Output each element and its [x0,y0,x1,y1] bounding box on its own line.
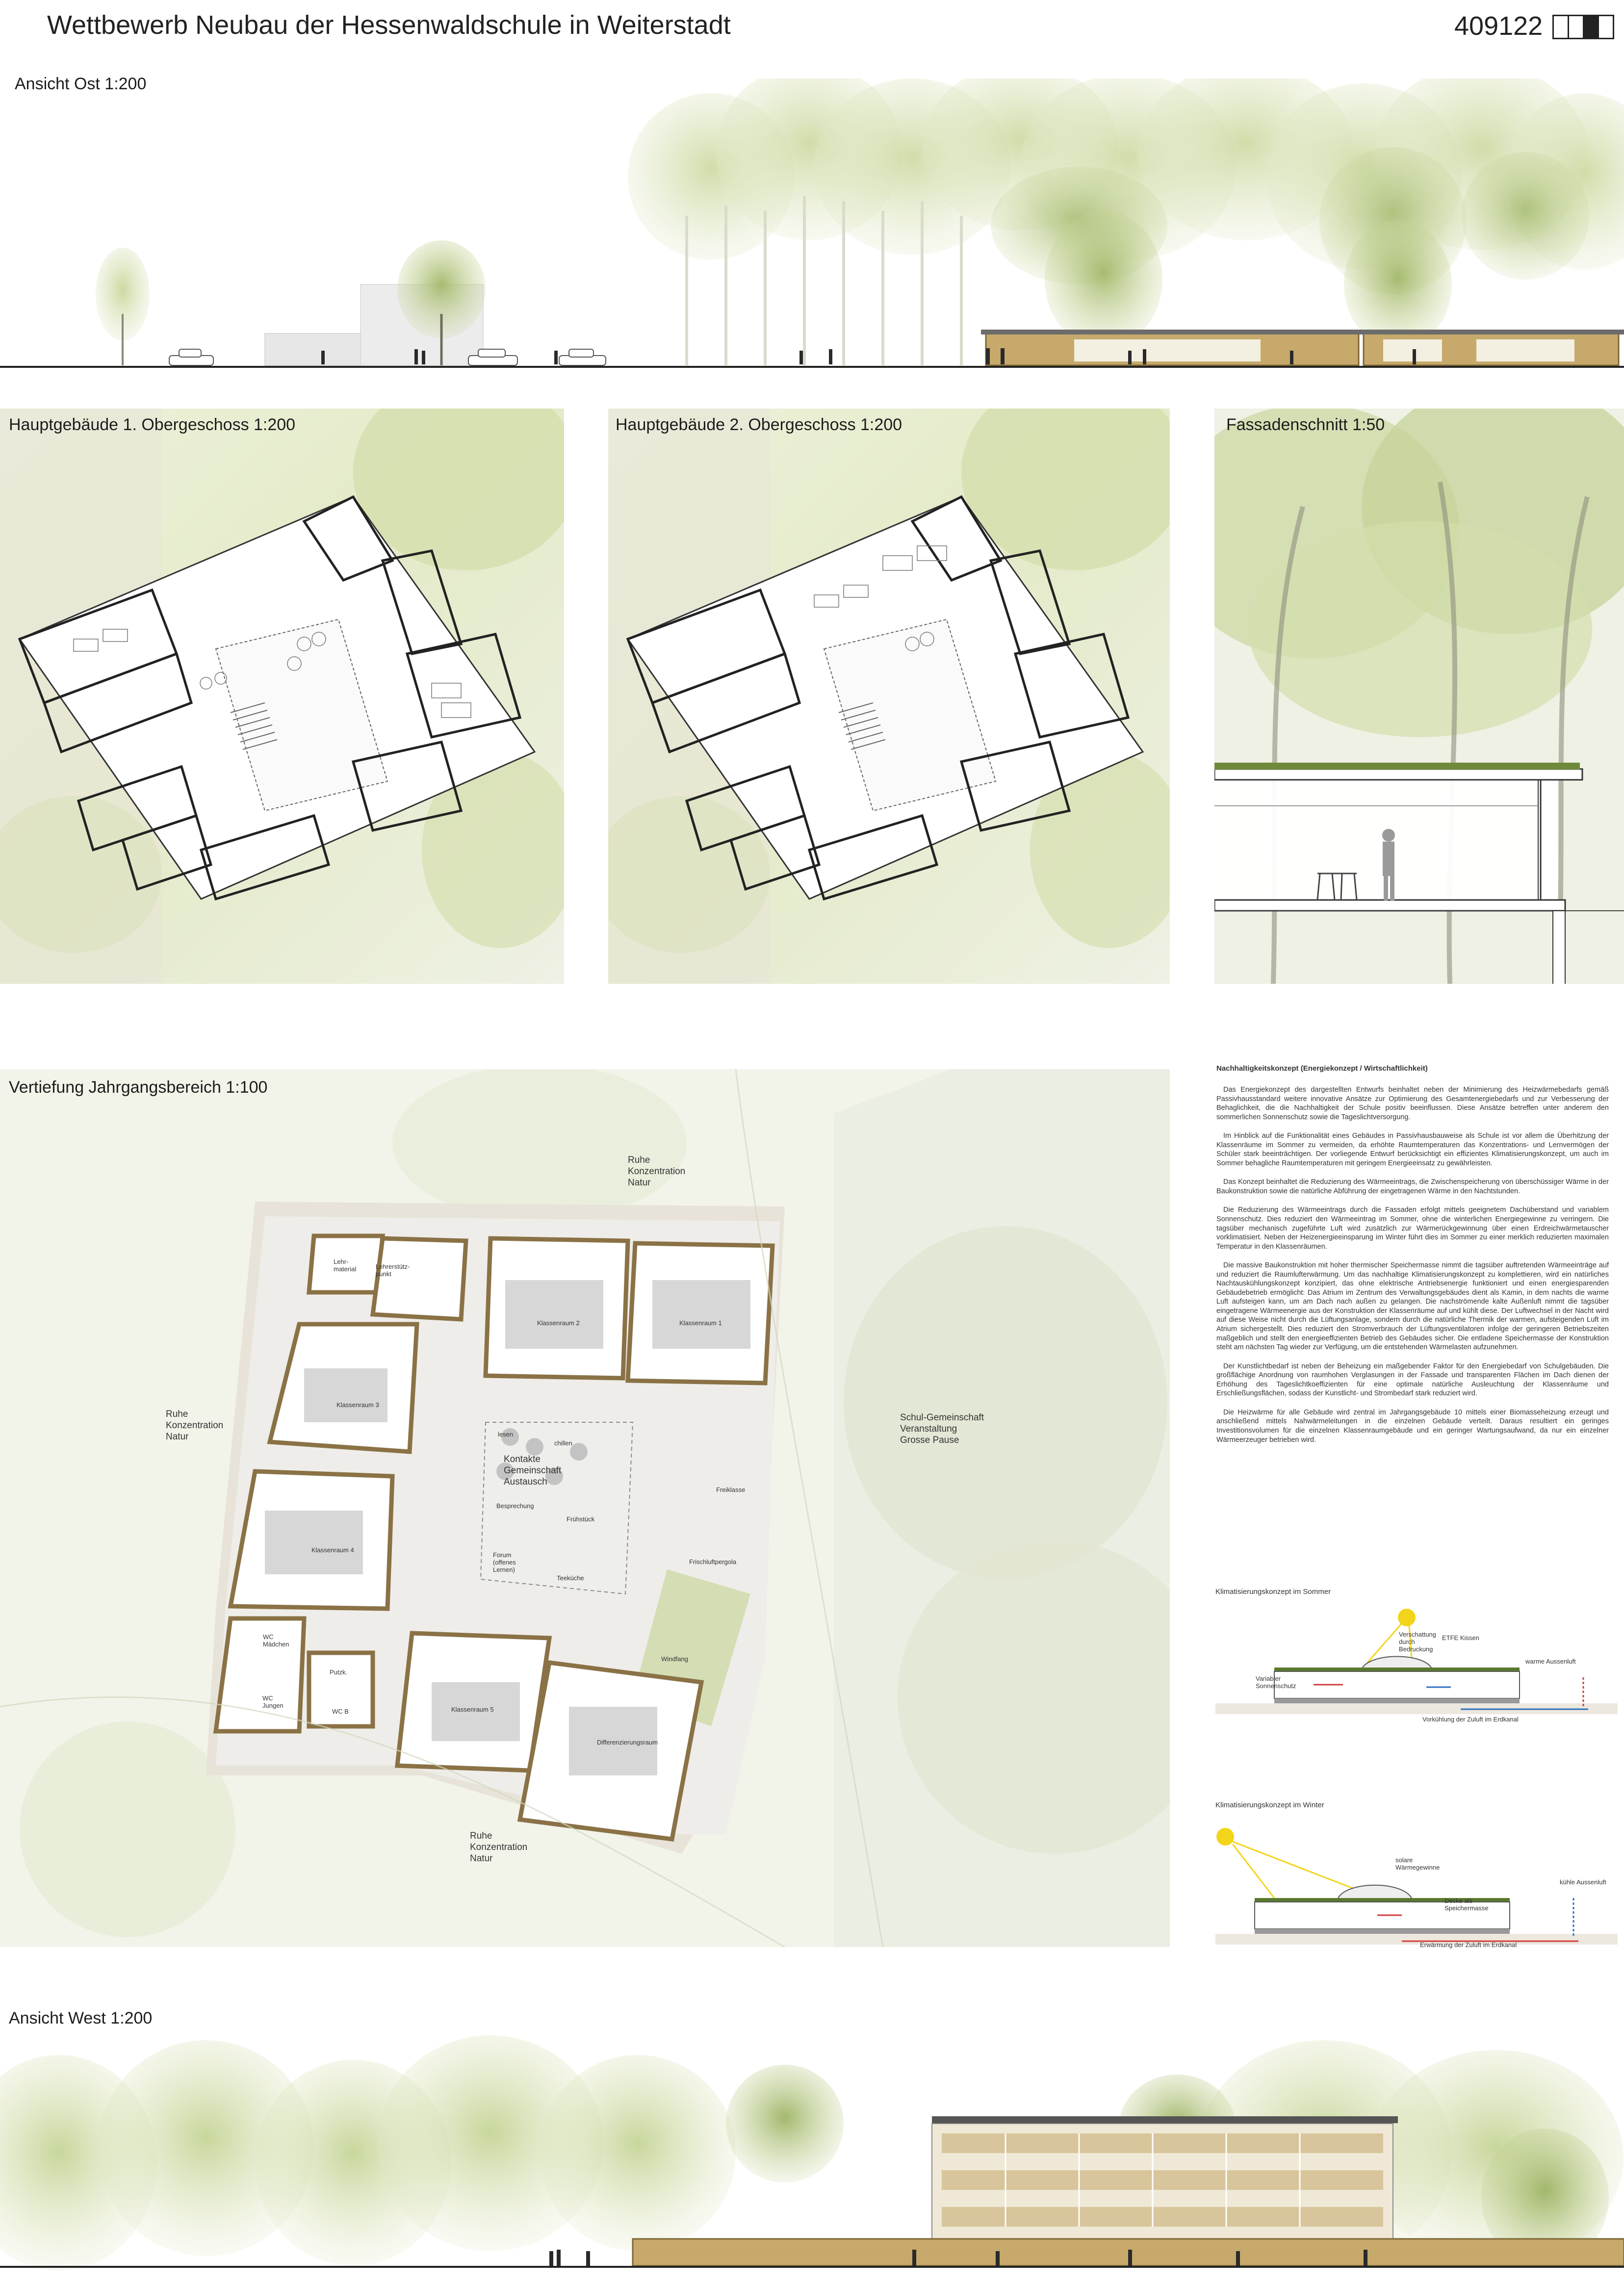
room-lehrerstuetzpunkt: Lehrerstütz-punkt [376,1263,410,1278]
summer-label-etfe: ETFE Kissen [1442,1634,1479,1642]
page-title: Wettbewerb Neubau der Hessenwaldschule i… [47,10,731,40]
floor1-plan [0,409,564,984]
east-elevation-drawing [0,78,1624,373]
summer-diagram [1215,1604,1618,1726]
zone-right-label: Schul-Gemeinschaft Veranstaltung Grosse … [900,1412,984,1445]
room-klassenraum-1: Klassenraum 1 [679,1319,722,1327]
floor1-label: Hauptgebäude 1. Obergeschoss 1:200 [9,415,296,434]
room-putzkammer: Putzk. [330,1668,348,1676]
summer-label-sunshade: Variabler Sonnenschutz [1256,1675,1296,1690]
room-differenzierungsraum: Differenzierungsraum [597,1739,658,1746]
room-windfang: Windfang [661,1655,688,1663]
room-klassenraum-2: Klassenraum 2 [537,1319,580,1327]
room-wc-maedchen: WC Mädchen [263,1633,289,1648]
paragraph: Das Energiekonzept des dargestellten Ent… [1216,1086,1609,1121]
sustainability-text: Nachhaltigkeitskonzept (Energiekonzept /… [1216,1064,1609,1454]
paragraph: Der Kunstlichtbedarf ist neben der Behei… [1216,1362,1609,1398]
west-elevation-drawing [0,2035,1624,2284]
west-elevation-label: Ansicht West 1:200 [9,2009,153,2027]
zone-bottom-label: Ruhe Konzentration Natur [470,1831,528,1864]
room-frischluftpergola: Frischluftpergola [689,1558,737,1565]
floor2-plan [608,409,1170,984]
summer-label-warm-air: warme Aussenluft [1525,1658,1576,1665]
winter-diagram [1215,1824,1618,1952]
floor2-label: Hauptgebäude 2. Obergeschoss 1:200 [616,415,902,434]
competition-logo-icon [1552,15,1614,39]
room-klassenraum-5: Klassenraum 5 [451,1706,494,1713]
facade-section [1214,409,1624,984]
besprechung-label: Besprechung [496,1502,534,1510]
year-area-label: Vertiefung Jahrgangsbereich 1:100 [9,1078,268,1097]
room-wc-b: WC B [332,1708,349,1715]
paragraph: Die massive Baukonstruktion mit hoher th… [1216,1261,1609,1352]
winter-diagram-caption: Klimatisierungskonzept im Winter [1215,1801,1324,1809]
fruehstueck-label: Frühstück [567,1515,595,1523]
room-freiklasse: Freiklasse [716,1486,746,1493]
summer-label-precooling: Vorkühlung der Zuluft im Erdkanal [1422,1716,1519,1723]
zone-top-label: Ruhe Konzentration Natur [628,1155,686,1188]
paragraph: Die Reduzierung des Wärmeeintrags durch … [1216,1206,1609,1251]
room-lehrmaterial: Lehr-material [334,1258,357,1273]
year-area-plan [0,1069,1170,1947]
winter-label-storage: Decke als Speichermasse [1444,1897,1489,1912]
sustainability-body: Das Energiekonzept des dargestellten Ent… [1216,1085,1609,1444]
winter-label-solar: solare Wärmegewinne [1395,1856,1440,1871]
forum-label: Kontakte Gemeinschaft Austausch [504,1454,562,1487]
teekueche-label: Teeküche [557,1574,584,1582]
winter-label-warming: Erwärmung der Zuluft im Erdkanal [1420,1941,1517,1949]
room-klassenraum-4: Klassenraum 4 [311,1546,354,1554]
room-klassenraum-3: Klassenraum 3 [336,1401,379,1409]
summer-label-shading: Verschattung durch Bedruckung [1399,1631,1436,1653]
facade-section-label: Fassadenschnitt 1:50 [1226,415,1385,434]
forum-offenes-lernen-label: Forum (offenes Lernen) [493,1551,516,1573]
paragraph: Die Heizwärme für alle Gebäude wird zent… [1216,1408,1609,1444]
chillen-label: chillen [554,1439,572,1447]
summer-diagram-caption: Klimatisierungskonzept im Sommer [1215,1588,1331,1596]
lesen-label: lesen [498,1431,514,1438]
sustainability-heading: Nachhaltigkeitskonzept (Energiekonzept /… [1216,1064,1428,1073]
zone-left-label: Ruhe Konzentration Natur [166,1409,224,1442]
paragraph: Im Hinblick auf die Funktionalität eines… [1216,1132,1609,1167]
paragraph: Das Konzept beinhaltet die Reduzierung d… [1216,1178,1609,1195]
room-wc-jungen: WC Jungen [262,1694,284,1709]
competition-number: 409122 [1454,11,1543,41]
winter-label-cool-air: kühle Aussenluft [1560,1878,1606,1886]
